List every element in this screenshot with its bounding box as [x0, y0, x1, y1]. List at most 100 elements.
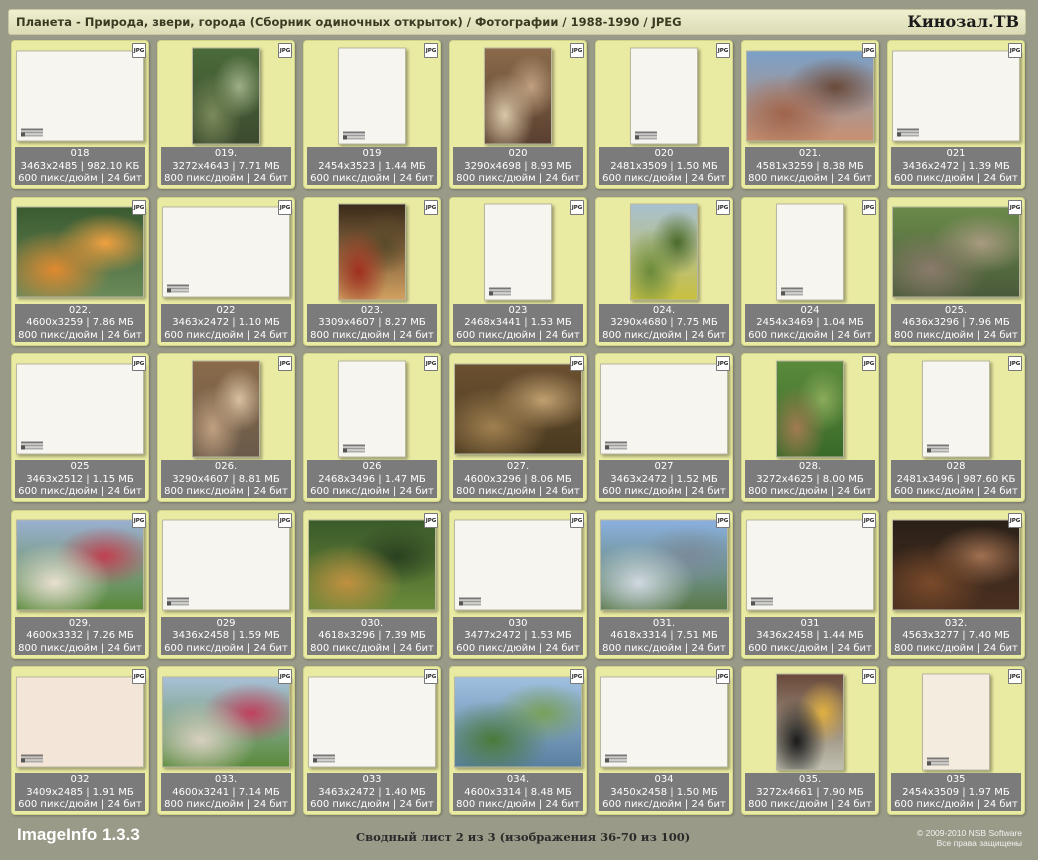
thumbnail-cell[interactable]: JPG 018 3463x2485 | 982.10 КБ 600 пикс/дюйм… — [11, 40, 149, 189]
thumbnail-cell[interactable]: JPG 028 2481x3496 | 987.60 КБ 600 пикс/дюйм… — [887, 353, 1025, 502]
info-dims: 4581x3259 | 8.38 МБ — [756, 160, 864, 172]
info-name: 023 — [508, 304, 528, 316]
thumbnail-cell[interactable]: JPG 019 2454x3523 | 1.44 МБ 600 пикс/дюйм |… — [303, 40, 441, 189]
photo-thumbnail[interactable] — [746, 50, 874, 141]
info-meta: 600 пикс/дюйм | 24 бит — [18, 486, 142, 497]
postcard-back-thumbnail[interactable] — [776, 203, 844, 301]
postcard-back-thumbnail[interactable] — [16, 676, 144, 767]
thumbnail-cell[interactable]: JPG 021. 4581x3259 | 8.38 МБ 800 пикс/дюйм … — [741, 40, 879, 189]
thumbnail-cell[interactable]: JPG 028. 3272x4625 | 8.00 МБ 800 пикс/дюйм … — [741, 353, 879, 502]
photo-thumbnail[interactable] — [308, 519, 436, 611]
thumbnail-cell[interactable]: JPG 035. 3272x4661 | 7.90 МБ 800 пикс/дюйм … — [741, 666, 879, 815]
photo-thumbnail[interactable] — [162, 676, 290, 767]
jpg-file-icon: JPG — [424, 199, 438, 215]
thumbnail-cell[interactable]: JPG 027. 4600x3296 | 8.06 МБ 800 пикс/дюйм … — [449, 353, 587, 502]
postcard-back-thumbnail[interactable] — [630, 47, 698, 144]
thumbnail-info: 020 3290x4698 | 8.93 МБ 800 пикс/дюйм | 24… — [453, 147, 583, 185]
thumbnail-info: 026. 3290x4607 | 8.81 МБ 800 пикс/дюйм | 2… — [161, 460, 291, 498]
photo-thumbnail[interactable] — [484, 47, 552, 144]
info-name: 030 — [508, 617, 528, 629]
thumbnail-cell[interactable]: JPG 024. 3290x4680 | 7.75 МБ 800 пикс/дюйм … — [595, 196, 733, 346]
thumbnail-info: 029. 4600x3332 | 7.26 МБ 800 пикс/дюйм | 2… — [15, 616, 145, 655]
thumbnail-cell[interactable]: JPG 020 3290x4698 | 8.93 МБ 800 пикс/дюйм |… — [449, 40, 587, 189]
photo-thumbnail[interactable] — [892, 206, 1020, 298]
postcard-back-thumbnail[interactable] — [484, 203, 552, 301]
thumbnail-cell[interactable]: JPG 024 2454x3469 | 1.04 МБ 600 пикс/дюйм |… — [741, 196, 879, 346]
thumbnail-cell[interactable]: JPG 033. 4600x3241 | 7.14 МБ 800 пикс/дюйм … — [157, 666, 295, 815]
thumbnail-cell[interactable]: JPG 022 3463x2472 | 1.10 МБ 600 пикс/дюйм |… — [157, 196, 295, 346]
photo-thumbnail[interactable] — [892, 519, 1020, 611]
thumbnail-cell[interactable]: JPG 035 2454x3509 | 1.97 МБ 600 пикс/дюйм |… — [887, 666, 1025, 815]
thumbnail-info: 027. 4600x3296 | 8.06 МБ 800 пикс/дюйм | 2… — [453, 460, 583, 498]
thumbnail-cell[interactable]: JPG 021 3436x2472 | 1.39 МБ 600 пикс/дюйм |… — [887, 40, 1025, 189]
postcard-back-thumbnail[interactable] — [600, 676, 728, 767]
info-name: 029 — [216, 617, 236, 629]
postcard-back-thumbnail[interactable] — [16, 363, 144, 454]
thumbnail-cell[interactable]: JPG 034. 4600x3314 | 8.48 МБ 800 пикс/дюйм … — [449, 666, 587, 815]
photo-thumbnail[interactable] — [338, 203, 406, 301]
photo-thumbnail[interactable] — [192, 47, 260, 144]
thumbnail-cell[interactable]: JPG 029 3436x2458 | 1.59 МБ 600 пикс/дюйм |… — [157, 509, 295, 659]
info-name: 021. — [798, 148, 822, 159]
postcard-back-thumbnail[interactable] — [922, 673, 990, 770]
postcard-back-thumbnail[interactable] — [922, 360, 990, 457]
jpg-file-icon: JPG — [278, 43, 292, 58]
thumbnail-cell[interactable]: JPG 027 3463x2472 | 1.52 МБ 600 пикс/дюйм |… — [595, 353, 733, 502]
postcard-back-thumbnail[interactable] — [338, 47, 406, 144]
info-name: 022. — [68, 304, 92, 316]
thumbnail-cell[interactable]: JPG 026 2468x3496 | 1.47 МБ 600 пикс/дюйм |… — [303, 353, 441, 502]
thumbnail-info: 030 3477x2472 | 1.53 МБ 600 пикс/дюйм | 24… — [453, 616, 583, 655]
sheet-info: Сводный лист 2 из 3 (изображения 36-70 и… — [356, 830, 691, 844]
jpg-file-icon: JPG — [716, 512, 730, 528]
thumbnail-cell[interactable]: JPG 033 3463x2472 | 1.40 МБ 600 пикс/дюйм |… — [303, 666, 441, 815]
thumbnail-area — [745, 670, 875, 773]
thumbnail-area — [15, 201, 145, 304]
postcard-back-thumbnail[interactable] — [162, 519, 290, 611]
thumbnail-cell[interactable]: JPG 029. 4600x3332 | 7.26 МБ 800 пикс/дюйм … — [11, 509, 149, 659]
jpg-file-icon: JPG — [278, 669, 292, 684]
photo-thumbnail[interactable] — [630, 203, 698, 301]
photo-thumbnail[interactable] — [454, 676, 582, 767]
thumbnail-cell[interactable]: JPG 022. 4600x3259 | 7.86 МБ 800 пикс/дюйм … — [11, 196, 149, 346]
postcard-back-thumbnail[interactable] — [16, 50, 144, 141]
thumbnail-cell[interactable]: JPG 032 3409x2485 | 1.91 МБ 600 пикс/дюйм |… — [11, 666, 149, 815]
thumbnail-cell[interactable]: JPG 026. 3290x4607 | 8.81 МБ 800 пикс/дюйм … — [157, 353, 295, 502]
thumbnail-area — [745, 357, 875, 460]
info-dims: 4618x3296 | 7.39 МБ — [318, 630, 426, 641]
thumbnail-cell[interactable]: JPG 020 2481x3509 | 1.50 МБ 600 пикс/дюйм |… — [595, 40, 733, 189]
jpg-file-icon: JPG — [132, 669, 146, 684]
thumbnail-area — [307, 670, 437, 773]
info-name: 024 — [800, 304, 820, 316]
thumbnail-cell[interactable]: JPG 019. 3272x4643 | 7.71 МБ 800 пикс/дюйм … — [157, 40, 295, 189]
photo-thumbnail[interactable] — [192, 360, 260, 457]
info-meta: 600 пикс/дюйм | 24 бит — [602, 486, 726, 497]
postcard-back-thumbnail[interactable] — [338, 360, 406, 457]
postcard-back-thumbnail[interactable] — [162, 206, 290, 298]
photo-thumbnail[interactable] — [776, 360, 844, 457]
photo-thumbnail[interactable] — [454, 363, 582, 454]
thumbnail-cell[interactable]: JPG 023. 3309x4607 | 8.27 МБ 800 пикс/дюйм … — [303, 196, 441, 346]
postcard-back-thumbnail[interactable] — [746, 519, 874, 611]
thumbnail-cell[interactable]: JPG 030 3477x2472 | 1.53 МБ 600 пикс/дюйм |… — [449, 509, 587, 659]
thumbnail-cell[interactable]: JPG 023 2468x3441 | 1.53 МБ 600 пикс/дюйм |… — [449, 196, 587, 346]
postcard-back-thumbnail[interactable] — [454, 519, 582, 611]
postcard-back-thumbnail[interactable] — [600, 363, 728, 454]
photo-thumbnail[interactable] — [16, 206, 144, 298]
thumbnail-cell[interactable]: JPG 030. 4618x3296 | 7.39 МБ 800 пикс/дюйм … — [303, 509, 441, 659]
info-name: 035. — [798, 774, 822, 785]
jpg-file-icon: JPG — [132, 512, 146, 528]
thumbnail-info: 031 3436x2458 | 1.44 МБ 600 пикс/дюйм | 24… — [745, 616, 875, 655]
photo-thumbnail[interactable] — [16, 519, 144, 611]
thumbnail-cell[interactable]: JPG 032. 4563x3277 | 7.40 МБ 800 пикс/дюйм … — [887, 509, 1025, 659]
postcard-back-thumbnail[interactable] — [308, 676, 436, 767]
postcard-back-thumbnail[interactable] — [892, 50, 1020, 141]
thumbnail-cell[interactable]: JPG 025 3463x2512 | 1.15 МБ 600 пикс/дюйм |… — [11, 353, 149, 502]
thumbnail-cell[interactable]: JPG 025. 4636x3296 | 7.96 МБ 800 пикс/дюйм … — [887, 196, 1025, 346]
thumbnail-cell[interactable]: JPG 034 3450x2458 | 1.50 МБ 600 пикс/дюйм |… — [595, 666, 733, 815]
photo-thumbnail[interactable] — [600, 519, 728, 611]
info-name: 028. — [798, 461, 822, 472]
thumbnail-cell[interactable]: JPG 031 3436x2458 | 1.44 МБ 600 пикс/дюйм |… — [741, 509, 879, 659]
photo-thumbnail[interactable] — [776, 673, 844, 770]
jpg-file-icon: JPG — [570, 669, 584, 684]
thumbnail-cell[interactable]: JPG 031. 4618x3314 | 7.51 МБ 800 пикс/дюйм … — [595, 509, 733, 659]
